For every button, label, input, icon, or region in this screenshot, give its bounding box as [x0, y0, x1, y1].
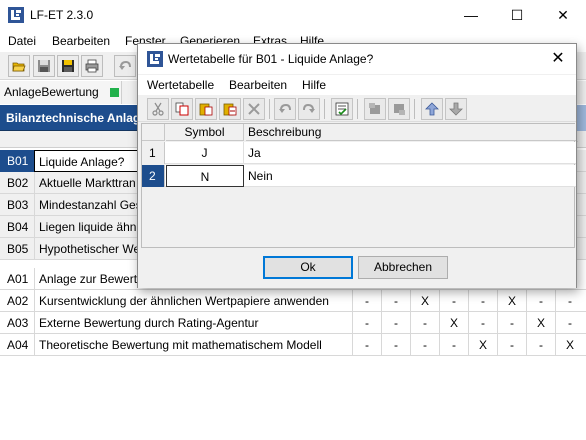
app-logo-icon — [8, 7, 24, 23]
action-row[interactable]: A04 Theoretische Bewertung mit mathemati… — [0, 334, 586, 356]
ok-button[interactable]: Ok — [263, 256, 353, 279]
row-number-header — [142, 124, 165, 141]
dialog-title-bar: Wertetabelle für B01 - Liquide Anlage? ✕ — [138, 44, 576, 74]
save-icon[interactable] — [33, 55, 55, 77]
tab-label: AnlageBewertung — [4, 85, 99, 99]
rule-cell[interactable]: - — [555, 290, 584, 312]
print-icon[interactable] — [81, 55, 103, 77]
cancel-button[interactable]: Abbrechen — [358, 256, 448, 279]
rule-cell[interactable]: - — [381, 290, 410, 312]
dialog-button-bar: Ok Abbrechen — [138, 248, 576, 288]
move-down-icon[interactable] — [445, 98, 467, 120]
menu-hilfe[interactable]: Hilfe — [302, 78, 326, 92]
checklist-icon[interactable] — [331, 98, 353, 120]
menu-wertetabelle[interactable]: Wertetabelle — [147, 78, 214, 92]
row-number: 1 — [142, 142, 165, 164]
rule-cell[interactable]: X — [526, 312, 555, 334]
dialog-close-button[interactable]: ✕ — [546, 48, 570, 70]
move-up-icon[interactable] — [421, 98, 443, 120]
insert-row-after-icon[interactable] — [388, 98, 410, 120]
description-cell[interactable]: Nein — [246, 165, 576, 187]
paste-icon[interactable] — [195, 98, 217, 120]
rule-cell[interactable]: X — [497, 290, 526, 312]
rule-cell[interactable]: X — [468, 334, 497, 356]
toolbar-separator — [269, 99, 270, 119]
dialog-toolbar — [138, 96, 576, 122]
dialog-title: Wertetabelle für B01 - Liquide Anlage? — [168, 52, 374, 66]
redo-icon[interactable] — [298, 98, 320, 120]
rule-cell[interactable]: - — [410, 334, 439, 356]
toolbar-separator — [357, 99, 358, 119]
menu-datei[interactable]: Datei — [8, 34, 36, 48]
condition-id: B05 — [7, 242, 29, 256]
rule-cell[interactable]: - — [439, 290, 468, 312]
rule-cell[interactable]: - — [497, 312, 526, 334]
condition-id: B02 — [7, 176, 29, 190]
rule-cell[interactable]: X — [439, 312, 468, 334]
value-row[interactable]: 1 J Ja — [142, 142, 576, 164]
action-id: A04 — [7, 338, 29, 352]
close-button[interactable]: ✕ — [540, 0, 586, 30]
action-id: A01 — [7, 272, 29, 286]
rule-cell[interactable]: - — [381, 334, 410, 356]
description-column-header[interactable]: Beschreibung — [246, 124, 576, 141]
rule-cell[interactable]: - — [410, 312, 439, 334]
rule-cell[interactable]: - — [555, 312, 584, 334]
rule-cell[interactable]: - — [439, 334, 468, 356]
action-row[interactable]: A03 Externe Bewertung durch Rating-Agent… — [0, 312, 586, 334]
rule-cell[interactable]: - — [468, 312, 497, 334]
app-root: LF-ET 2.3.0 — ☐ ✕ Datei Bearbeiten Fenst… — [0, 0, 586, 440]
decision-table-title: Bilanztechnische Anlage — [6, 111, 147, 125]
save-as-icon[interactable] — [57, 55, 79, 77]
rule-cell[interactable]: - — [468, 290, 497, 312]
row-number: 2 — [142, 165, 165, 187]
value-row[interactable]: 2 N Nein — [142, 165, 576, 187]
open-folder-icon[interactable] — [8, 55, 30, 77]
rule-cell[interactable]: - — [381, 312, 410, 334]
action-row[interactable]: A02 Kursentwicklung der ähnlichen Wertpa… — [0, 290, 586, 312]
menu-bearbeiten[interactable]: Bearbeiten — [229, 78, 287, 92]
rule-cell[interactable]: - — [526, 334, 555, 356]
status-indicator-icon — [110, 88, 119, 97]
rule-cell[interactable]: - — [352, 312, 381, 334]
app-logo-icon — [147, 51, 163, 67]
undo-icon[interactable] — [274, 98, 296, 120]
value-table-grid: Symbol Beschreibung 1 J Ja 2 N Nein — [141, 123, 576, 248]
main-title-bar: LF-ET 2.3.0 — ☐ ✕ — [0, 0, 586, 30]
condition-id: B04 — [7, 220, 29, 234]
toolbar-separator — [414, 99, 415, 119]
condition-id: B01 — [0, 150, 34, 172]
undo-icon[interactable] — [114, 55, 136, 77]
main-window-title: LF-ET 2.3.0 — [30, 8, 94, 22]
insert-row-before-icon[interactable] — [364, 98, 386, 120]
menu-bearbeiten[interactable]: Bearbeiten — [52, 34, 110, 48]
copy-icon[interactable] — [171, 98, 193, 120]
rule-cell[interactable]: - — [352, 290, 381, 312]
toolbar-separator — [324, 99, 325, 119]
paste-special-icon[interactable] — [219, 98, 241, 120]
delete-icon[interactable] — [243, 98, 265, 120]
description-cell[interactable]: Ja — [246, 142, 576, 164]
minimize-button[interactable]: — — [448, 0, 494, 30]
rule-cell[interactable]: - — [497, 334, 526, 356]
cut-icon[interactable] — [147, 98, 169, 120]
action-id: A03 — [7, 316, 29, 330]
condition-id: B03 — [7, 198, 29, 212]
action-id: A02 — [7, 294, 29, 308]
action-text[interactable]: Kursentwicklung der ähnlichen Wertpapier… — [34, 290, 352, 312]
rule-cell[interactable]: - — [526, 290, 555, 312]
rule-cell[interactable]: X — [555, 334, 584, 356]
dialog-menu-bar: Wertetabelle Bearbeiten Hilfe — [138, 75, 576, 95]
symbol-cell[interactable]: N — [166, 165, 244, 187]
action-text[interactable]: Externe Bewertung durch Rating-Agentur — [34, 312, 352, 334]
value-table-dialog: Wertetabelle für B01 - Liquide Anlage? ✕… — [137, 43, 577, 288]
maximize-button[interactable]: ☐ — [494, 0, 540, 30]
tab-anlage-bewertung[interactable]: AnlageBewertung — [0, 81, 122, 104]
rule-cell[interactable]: X — [410, 290, 439, 312]
symbol-column-header[interactable]: Symbol — [166, 124, 244, 141]
rule-cell[interactable]: - — [352, 334, 381, 356]
symbol-cell[interactable]: J — [166, 142, 244, 164]
action-text[interactable]: Theoretische Bewertung mit mathematische… — [34, 334, 352, 356]
